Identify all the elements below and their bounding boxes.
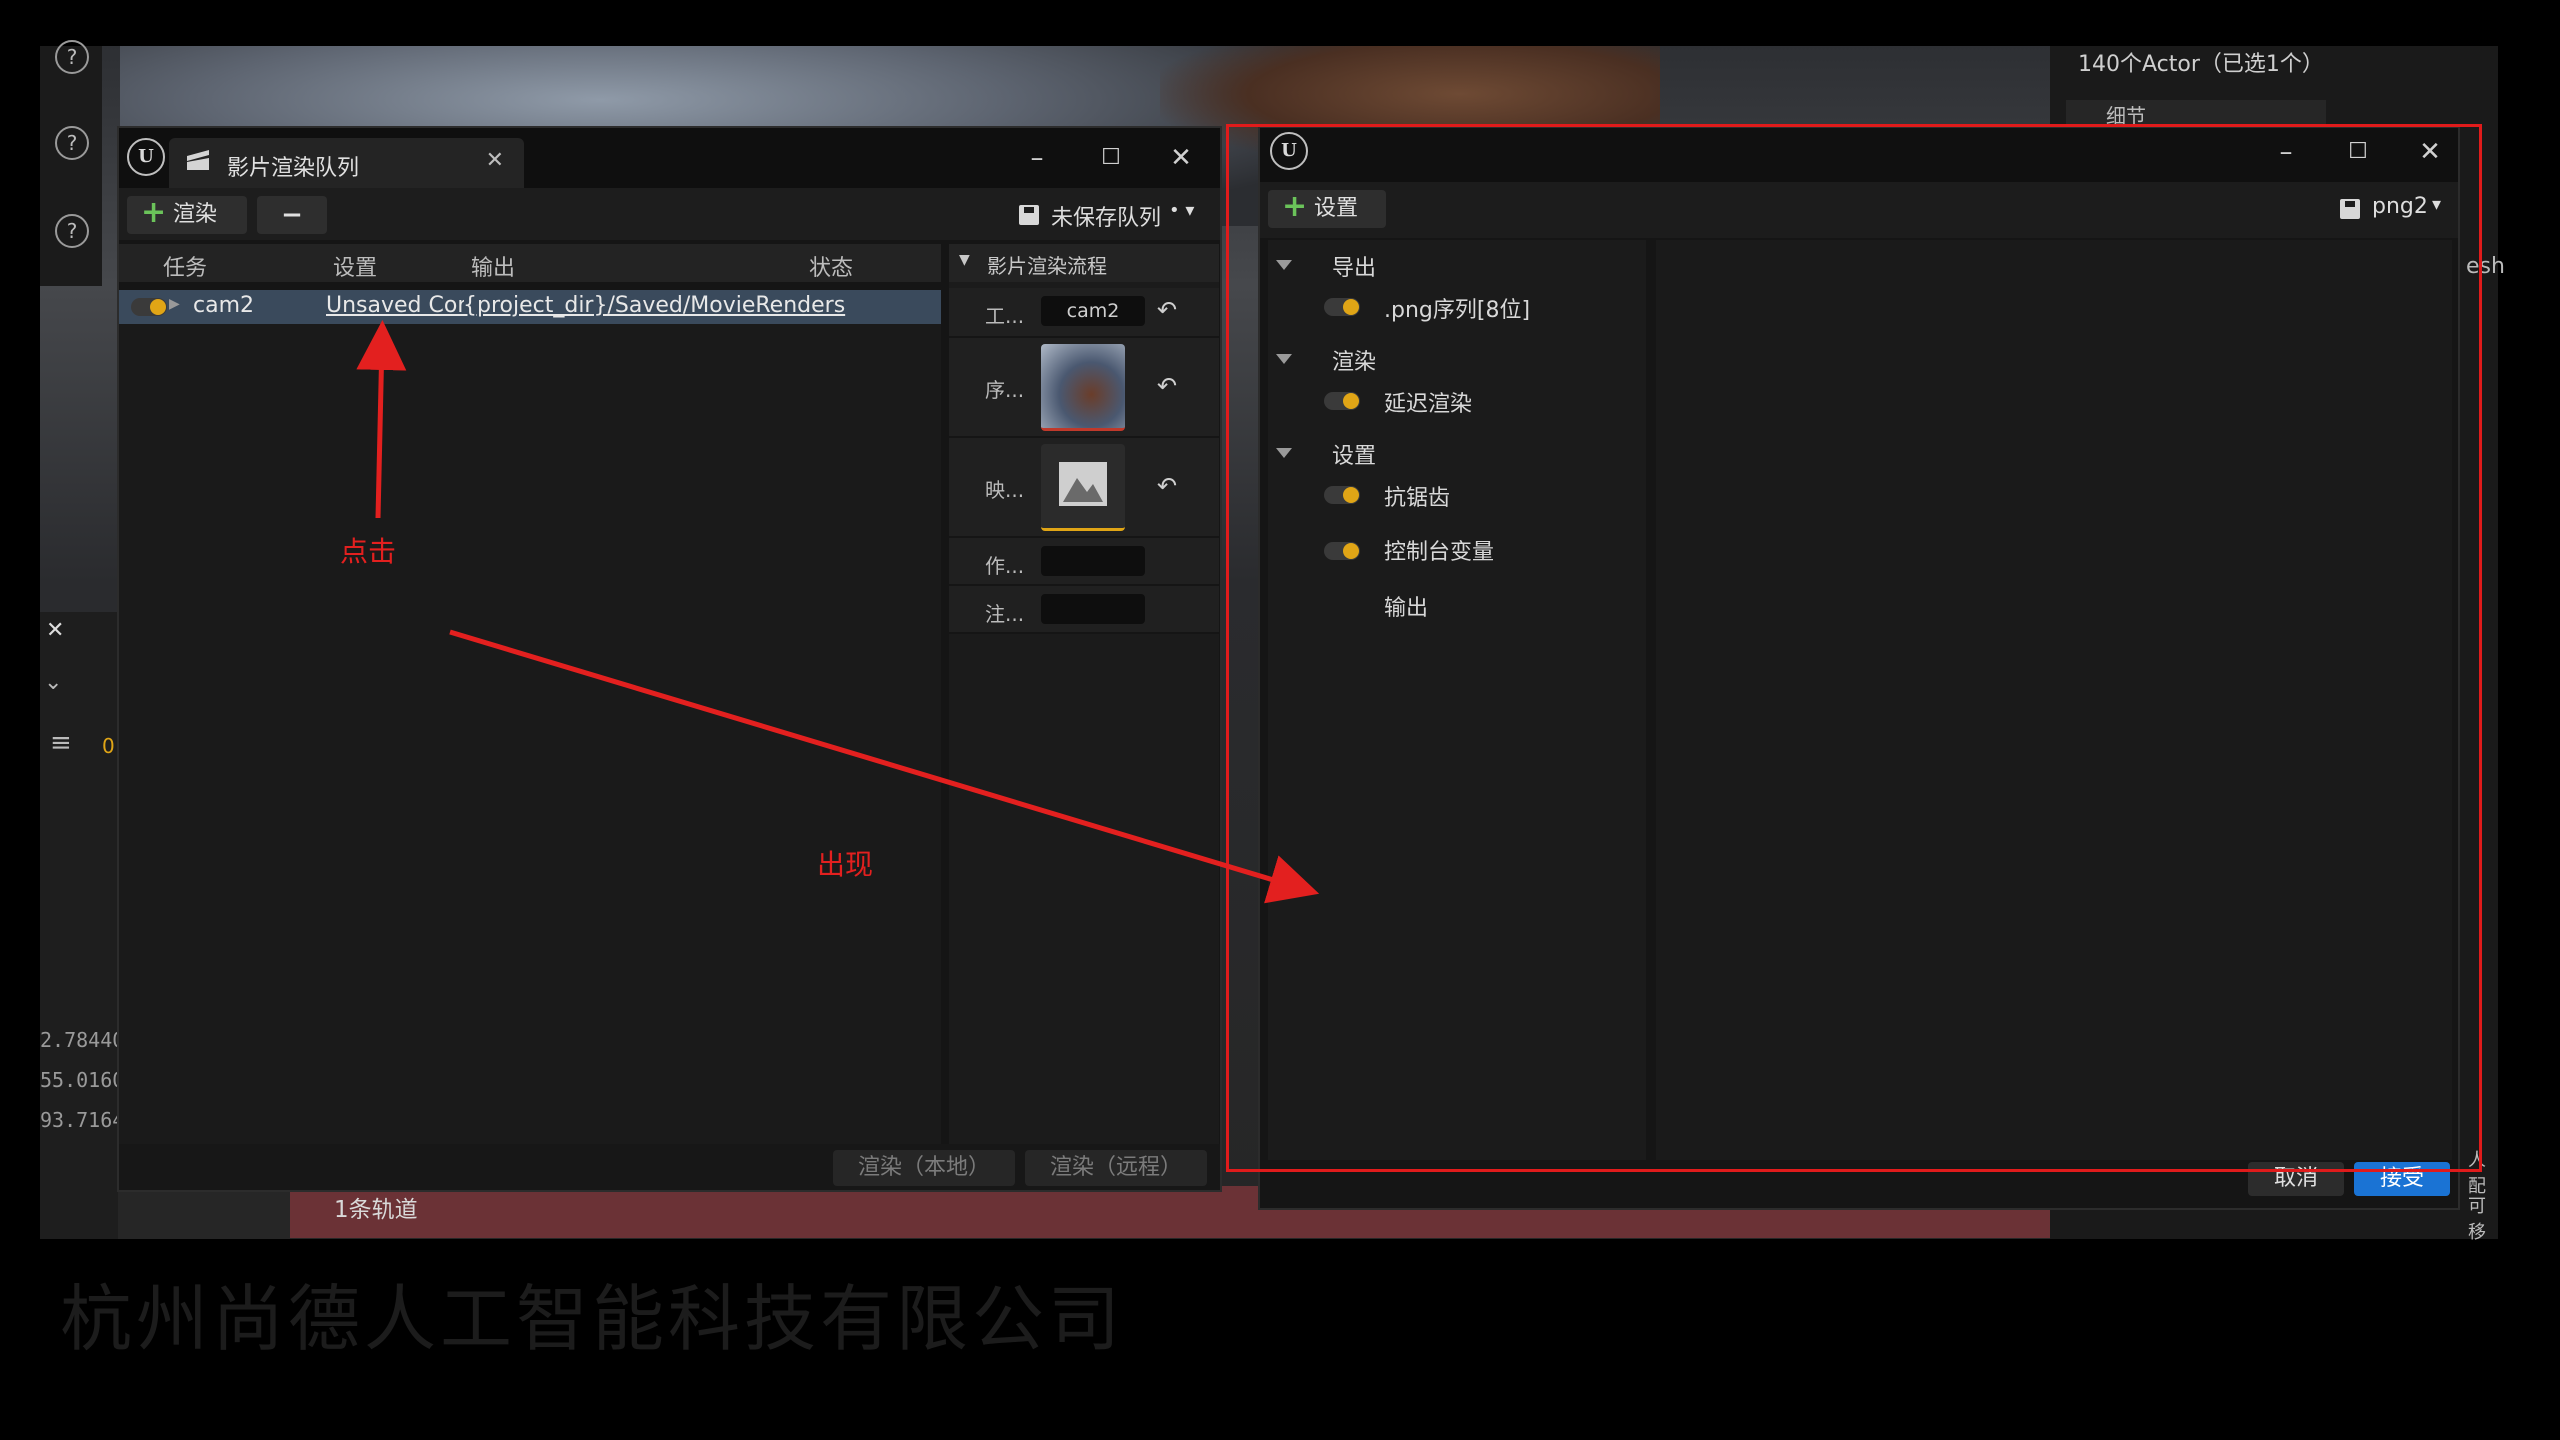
click-arrow xyxy=(356,320,407,519)
click-annotation: 点击 xyxy=(340,535,397,568)
appear-arrow xyxy=(449,629,1320,904)
appear-annotation: 出现 xyxy=(817,848,874,881)
annotation-arrows xyxy=(356,320,1320,904)
